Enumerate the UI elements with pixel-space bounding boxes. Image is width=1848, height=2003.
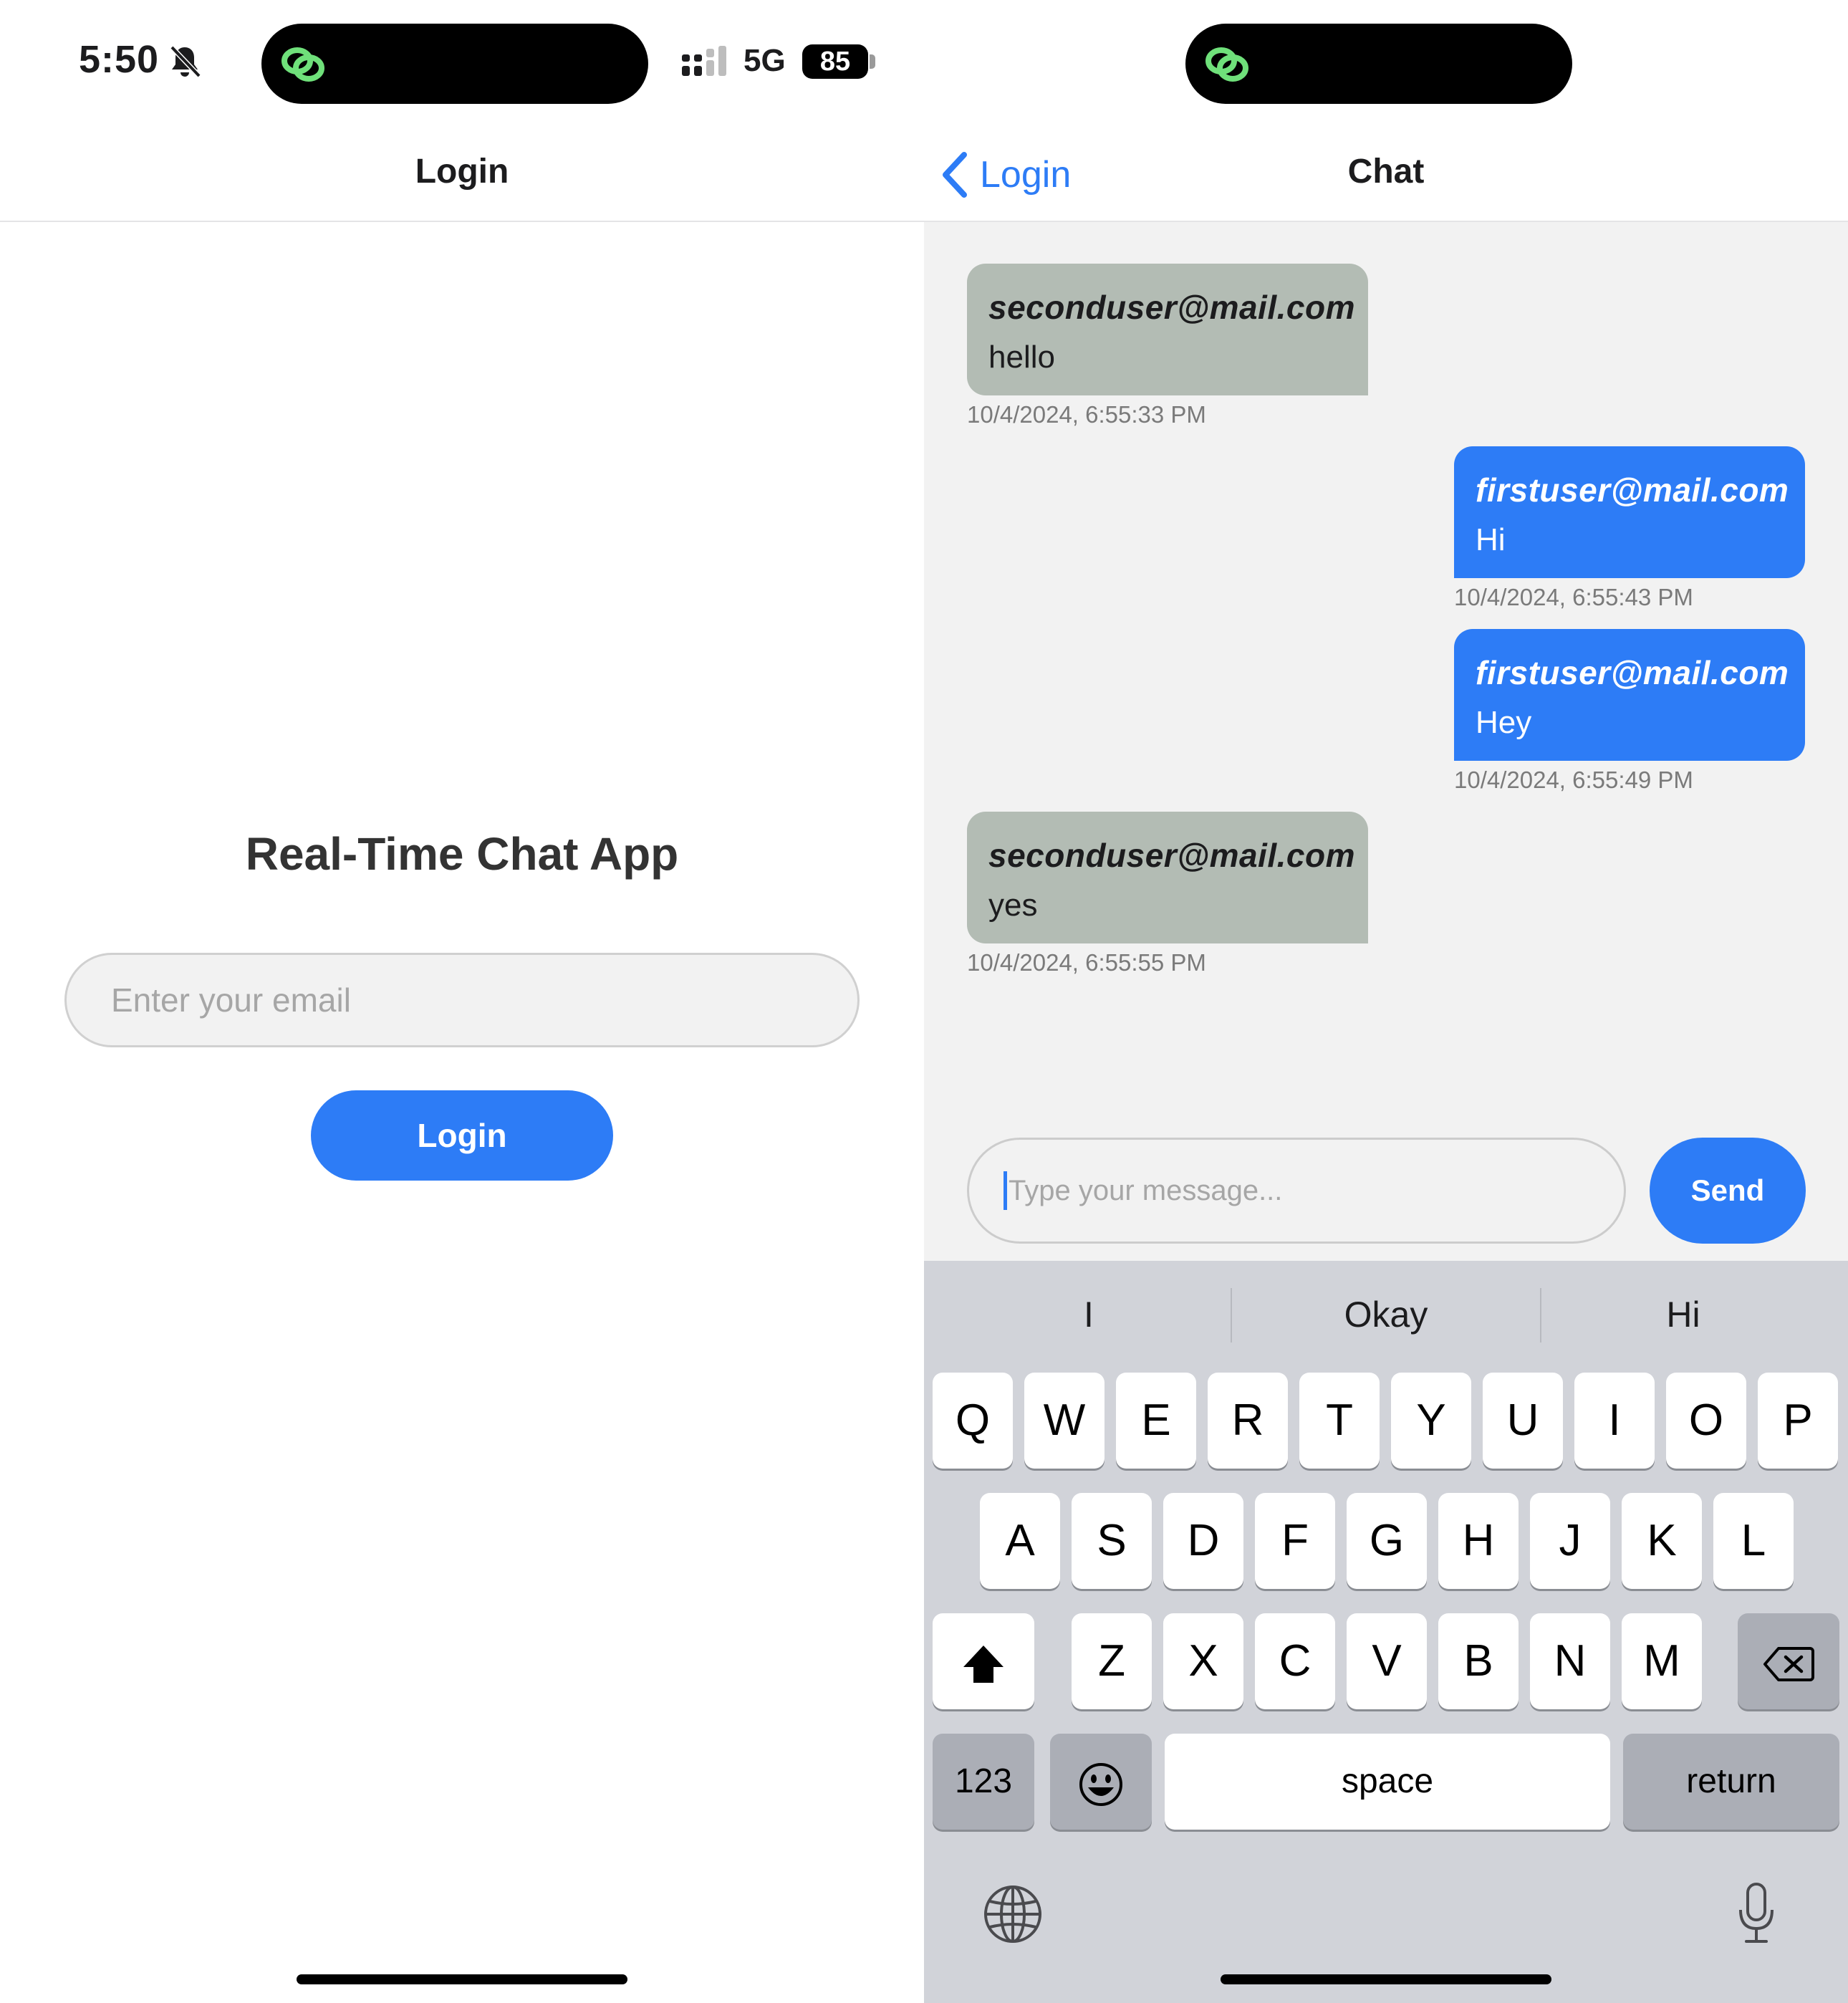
network-type: 5G xyxy=(743,43,786,78)
text-cursor xyxy=(1004,1171,1007,1210)
chevron-left-icon xyxy=(943,152,967,198)
suggestion-item[interactable]: I xyxy=(945,1294,1232,1335)
back-label: Login xyxy=(980,154,1072,196)
key-f[interactable]: F xyxy=(1255,1493,1335,1589)
key-m[interactable]: M xyxy=(1622,1613,1702,1709)
key-r[interactable]: R xyxy=(1208,1373,1288,1469)
link-icon xyxy=(277,41,329,87)
home-indicator[interactable] xyxy=(1221,1974,1551,1984)
message-item: firstuser@mail.com Hi 10/4/2024, 6:55:43… xyxy=(1454,446,1805,611)
key-s[interactable]: S xyxy=(1072,1493,1152,1589)
home-indicator[interactable] xyxy=(297,1974,627,1984)
message-text: yes xyxy=(988,888,1038,923)
message-bubble: seconduser@mail.com yes xyxy=(967,812,1368,943)
space-key[interactable]: space xyxy=(1165,1734,1610,1830)
message-sender: firstuser@mail.com xyxy=(1476,471,1789,509)
emoji-key[interactable] xyxy=(1050,1734,1152,1830)
key-b[interactable]: B xyxy=(1438,1613,1519,1709)
message-text: Hey xyxy=(1476,705,1532,740)
key-y[interactable]: Y xyxy=(1391,1373,1471,1469)
numbers-key[interactable]: 123 xyxy=(933,1734,1034,1830)
keyboard: I Okay Hi Q W E R T Y U I O P A S D F G … xyxy=(924,1261,1848,2003)
key-v[interactable]: V xyxy=(1347,1613,1427,1709)
send-button[interactable]: Send xyxy=(1650,1138,1806,1244)
return-key[interactable]: return xyxy=(1623,1734,1839,1830)
app-title: Real-Time Chat App xyxy=(245,828,679,880)
login-button[interactable]: Login xyxy=(311,1090,613,1181)
key-t[interactable]: T xyxy=(1299,1373,1380,1469)
shift-key[interactable] xyxy=(933,1613,1034,1709)
key-g[interactable]: G xyxy=(1347,1493,1427,1589)
key-q[interactable]: Q xyxy=(933,1373,1013,1469)
navigation-bar: Chat Login xyxy=(924,129,1848,222)
status-bar: 5:50 5G 85 xyxy=(0,0,924,129)
delete-key[interactable] xyxy=(1738,1613,1839,1709)
message-timestamp: 10/4/2024, 6:55:33 PM xyxy=(967,401,1206,428)
message-timestamp: 10/4/2024, 6:55:55 PM xyxy=(967,949,1206,976)
key-c[interactable]: C xyxy=(1255,1613,1335,1709)
backspace-icon xyxy=(1763,1646,1814,1681)
navigation-bar: Login xyxy=(0,129,924,222)
message-bubble: seconduser@mail.com hello xyxy=(967,264,1368,395)
key-o[interactable]: O xyxy=(1666,1373,1746,1469)
battery-level: 85 xyxy=(802,44,868,79)
chat-screen: Chat Login seconduser@mail.com hello 10/… xyxy=(924,0,1848,2003)
message-timestamp: 10/4/2024, 6:55:49 PM xyxy=(1454,767,1693,793)
globe-icon[interactable] xyxy=(983,1884,1043,1944)
key-e[interactable]: E xyxy=(1116,1373,1196,1469)
microphone-icon[interactable] xyxy=(1735,1881,1778,1946)
key-p[interactable]: P xyxy=(1758,1373,1838,1469)
suggestion-bar: I Okay Hi xyxy=(924,1261,1848,1368)
key-z[interactable]: Z xyxy=(1072,1613,1152,1709)
dynamic-island xyxy=(261,24,648,104)
message-sender: seconduser@mail.com xyxy=(988,289,1355,326)
status-bar xyxy=(924,0,1848,129)
key-j[interactable]: J xyxy=(1530,1493,1610,1589)
message-item: seconduser@mail.com hello 10/4/2024, 6:5… xyxy=(967,264,1368,428)
message-item: firstuser@mail.com Hey 10/4/2024, 6:55:4… xyxy=(1454,629,1805,794)
key-k[interactable]: K xyxy=(1622,1493,1702,1589)
cellular-signal-icon xyxy=(680,44,731,80)
key-w[interactable]: W xyxy=(1024,1373,1105,1469)
key-x[interactable]: X xyxy=(1163,1613,1243,1709)
message-text: Hi xyxy=(1476,522,1506,557)
status-time: 5:50 xyxy=(79,38,160,81)
message-bubble: firstuser@mail.com Hi xyxy=(1454,446,1805,578)
message-input[interactable]: Type your message... xyxy=(967,1138,1626,1244)
key-h[interactable]: H xyxy=(1438,1493,1519,1589)
login-screen: 5:50 5G 85 Login Real-Time Chat App Ente… xyxy=(0,0,924,2003)
battery-tip xyxy=(870,54,875,69)
bell-muted-icon xyxy=(166,43,203,80)
message-bubble: firstuser@mail.com Hey xyxy=(1454,629,1805,761)
message-placeholder: Type your message... xyxy=(1009,1174,1283,1206)
key-n[interactable]: N xyxy=(1530,1613,1610,1709)
link-icon xyxy=(1201,41,1253,87)
back-button[interactable]: Login xyxy=(940,149,1071,201)
key-d[interactable]: D xyxy=(1163,1493,1243,1589)
email-input[interactable] xyxy=(64,953,860,1047)
shift-icon xyxy=(963,1645,1004,1683)
message-text: hello xyxy=(988,340,1055,375)
message-item: seconduser@mail.com yes 10/4/2024, 6:55:… xyxy=(967,812,1368,976)
emoji-icon xyxy=(1079,1762,1122,1806)
key-u[interactable]: U xyxy=(1483,1373,1563,1469)
suggestion-item[interactable]: Hi xyxy=(1540,1294,1827,1335)
key-a[interactable]: A xyxy=(980,1493,1060,1589)
message-sender: seconduser@mail.com xyxy=(988,837,1355,874)
key-i[interactable]: I xyxy=(1574,1373,1655,1469)
key-l[interactable]: L xyxy=(1713,1493,1794,1589)
suggestion-item[interactable]: Okay xyxy=(1243,1294,1529,1335)
dynamic-island xyxy=(1185,24,1572,104)
suggestion-divider xyxy=(1231,1288,1232,1342)
message-timestamp: 10/4/2024, 6:55:43 PM xyxy=(1454,584,1693,610)
message-sender: firstuser@mail.com xyxy=(1476,654,1789,691)
nav-title: Login xyxy=(415,153,509,191)
